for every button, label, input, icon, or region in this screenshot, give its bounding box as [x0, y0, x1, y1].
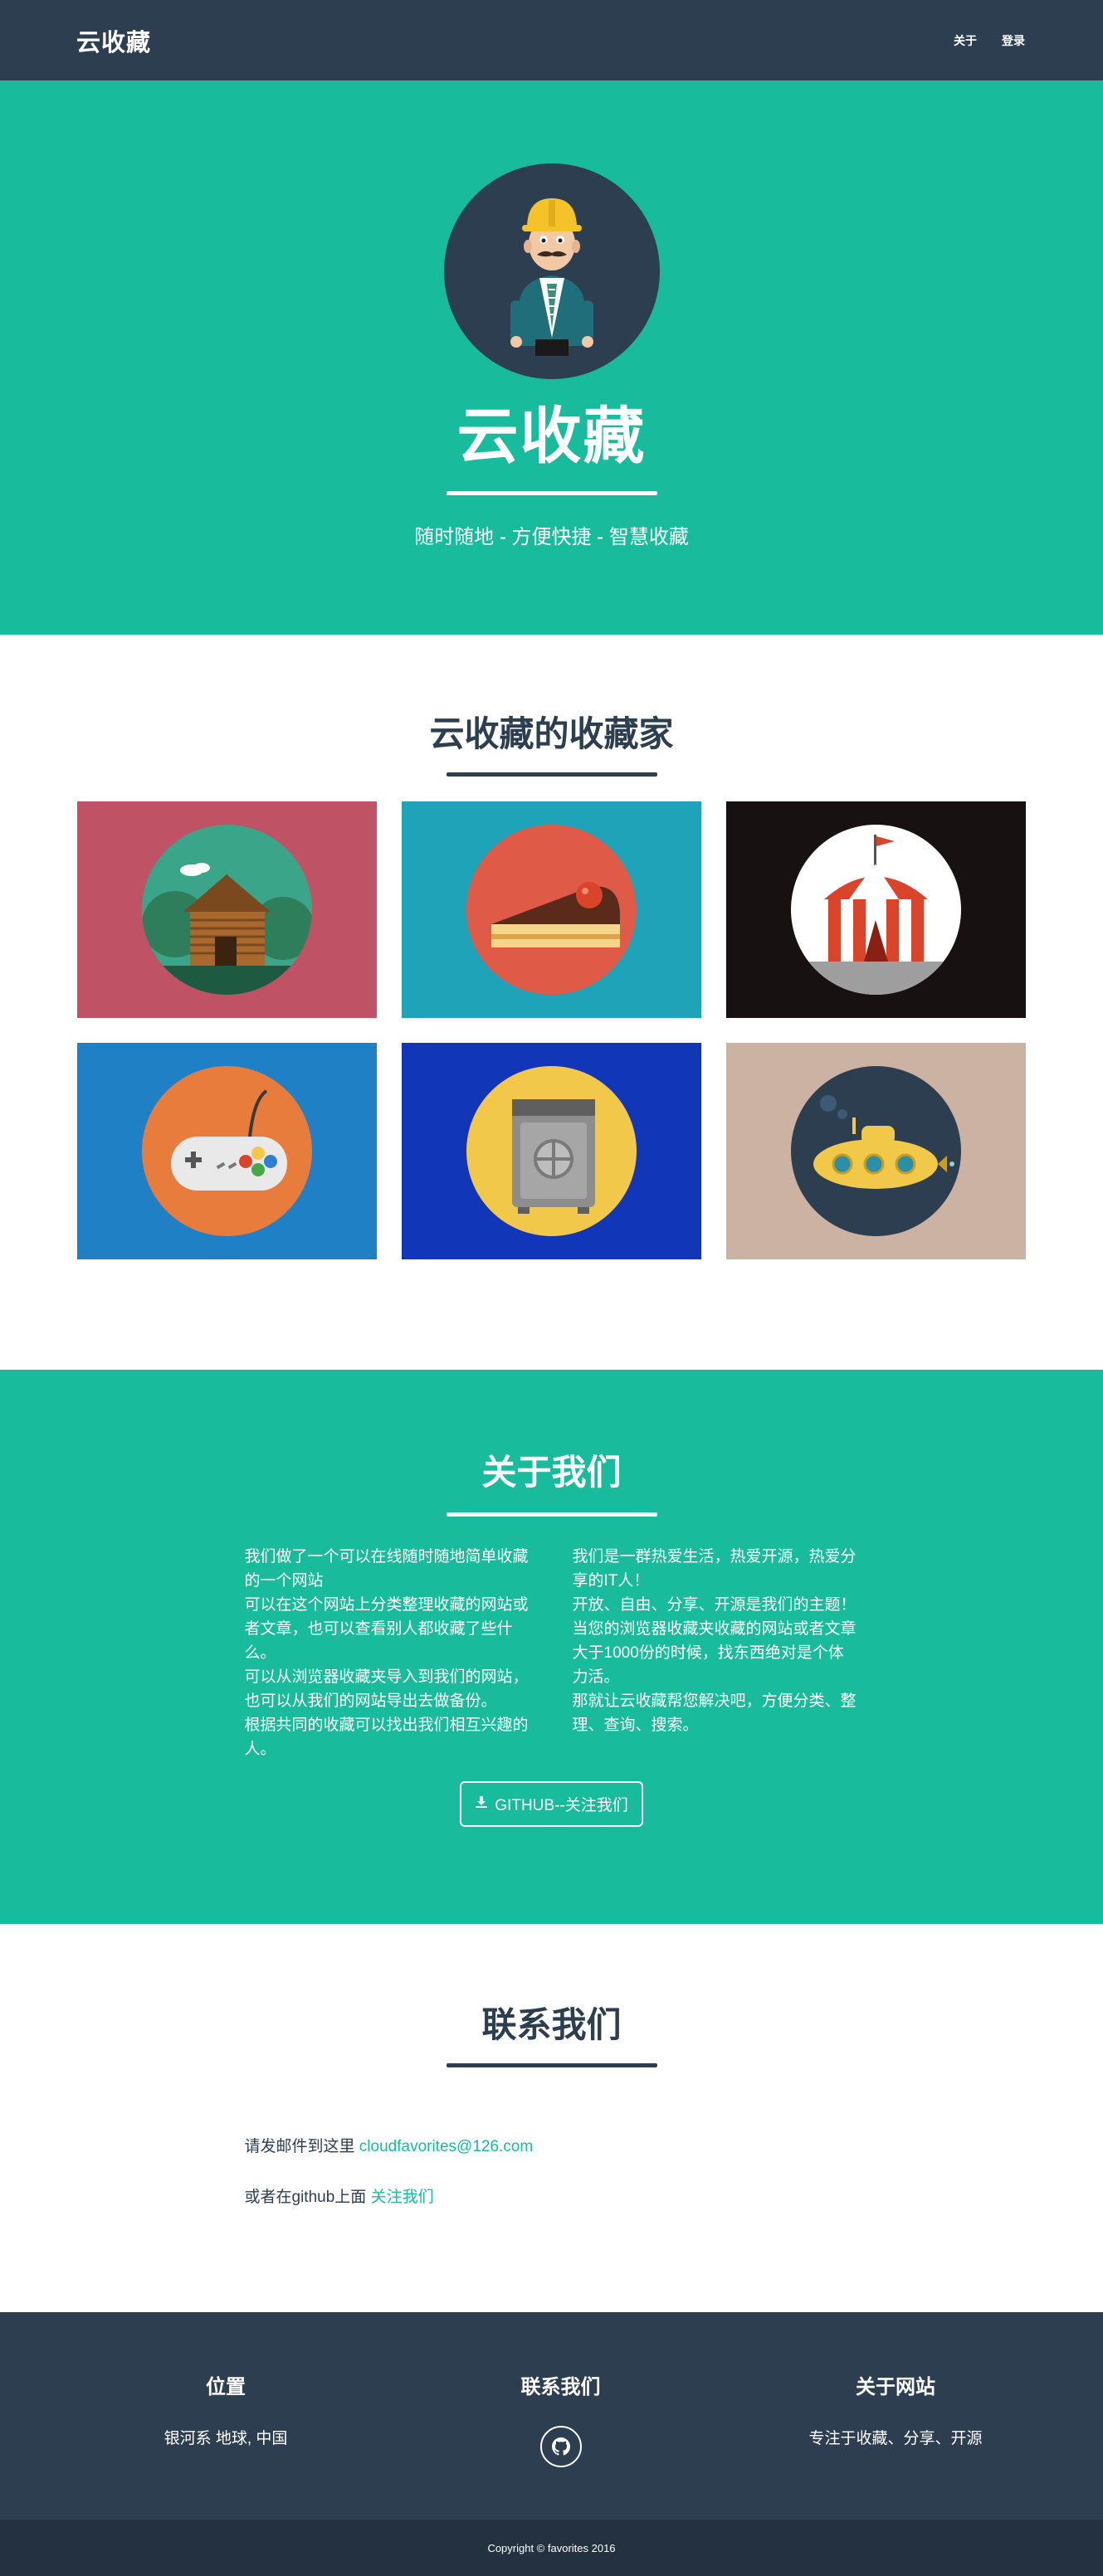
contact-divider: [446, 2063, 657, 2068]
footer-about-title: 关于网站: [856, 2376, 935, 2398]
contact-title: 联系我们: [481, 2005, 622, 2044]
portfolio-divider: [446, 772, 657, 777]
footer-location-title: 位置: [206, 2376, 246, 2398]
nav-about-link[interactable]: 关于: [954, 32, 977, 49]
contact-email-prefix: 请发邮件到这里: [244, 2138, 355, 2156]
footer: 位置 银河系 地球, 中国 联系我们 关于网站 专注于收藏、分享、开源: [0, 2312, 1103, 2520]
about-title: 关于我们: [481, 1453, 622, 1492]
hero-title: 云收藏: [456, 402, 647, 470]
submarine-icon: [791, 1066, 961, 1237]
copyright-bar: Copyright © favorites 2016: [0, 2520, 1103, 2576]
footer-about-text: 专注于收藏、分享、开源: [808, 2430, 983, 2447]
about-section: 关于我们 我们做了一个可以在线随时随地简单收藏的一个网站 可以在这个网站上分类整…: [0, 1370, 1103, 1924]
portfolio-item-cabin[interactable]: [77, 801, 377, 1019]
portfolio-section: 云收藏的收藏家: [0, 635, 1103, 1370]
about-right-text: 开放、自由、分享、开源是我们的主题！: [572, 1596, 857, 1614]
about-left-text: 可以从浏览器收藏夹导入到我们的网站，也可以从我们的网站导出去做备份。: [244, 1668, 529, 1711]
cake-icon: [466, 825, 637, 996]
footer-contact-title: 联系我们: [520, 2376, 601, 2398]
about-left-text: 我们做了一个可以在线随时随地简单收藏的一个网站: [244, 1548, 529, 1590]
contact-github-link[interactable]: 关注我们: [371, 2189, 434, 2206]
portfolio-item-submarine[interactable]: [726, 1043, 1026, 1260]
about-left-text: 可以在这个网站上分类整理收藏的网站或者文章，也可以查看别人都收藏了些什么。: [244, 1596, 529, 1663]
github-icon[interactable]: [539, 2426, 582, 2467]
contact-github-line: 或者在github上面 关注我们: [245, 2184, 859, 2207]
about-left-text: 根据共同的收藏可以找出我们相互兴趣的人。: [244, 1717, 529, 1759]
portfolio-item-controller[interactable]: [77, 1043, 377, 1260]
download-icon: [475, 1795, 488, 1814]
about-divider: [446, 1512, 657, 1517]
portfolio-title: 云收藏的收藏家: [429, 714, 674, 753]
contact-email-link[interactable]: cloudfavorites@126.com: [359, 2138, 533, 2155]
cabin-icon: [142, 825, 312, 996]
about-right-text: 当您的浏览器收藏夹收藏的网站或者文章大于1000份的时候，找东西绝对是个体力活。: [572, 1620, 857, 1687]
copyright-text: Copyright © favorites 2016: [487, 2541, 616, 2554]
about-right-text: 那就让云收藏帮您解决吧，方便分类、整理、查询、搜索。: [572, 1692, 857, 1735]
github-follow-label: GITHUB--关注我们: [495, 1797, 628, 1815]
circus-tent-icon: [791, 825, 961, 996]
about-right-text: 我们是一群热爱生活，热爱开源，热爱分享的IT人！: [572, 1548, 857, 1590]
about-left-column: 我们做了一个可以在线随时随地简单收藏的一个网站 可以在这个网站上分类整理收藏的网…: [245, 1545, 531, 1761]
about-columns: 我们做了一个可以在线随时随地简单收藏的一个网站 可以在这个网站上分类整理收藏的网…: [245, 1545, 859, 1761]
footer-location-text: 银河系 地球, 中国: [163, 2430, 288, 2447]
nav-links: 关于 登录: [954, 32, 1025, 49]
portfolio-item-safe[interactable]: [402, 1043, 701, 1260]
hero-subtitle: 随时随地 - 方便快捷 - 智慧收藏: [414, 526, 689, 549]
portfolio-item-cake[interactable]: [402, 801, 701, 1019]
footer-location: 位置 银河系 地球, 中国: [76, 2370, 375, 2520]
footer-contact: 联系我们: [412, 2370, 710, 2520]
avatar-image: [443, 163, 660, 379]
contact-section: 联系我们 请发邮件到这里 cloudfavorites@126.com 或者在g…: [0, 1924, 1103, 2312]
safe-icon: [466, 1066, 637, 1237]
portfolio-grid: [77, 801, 1026, 1260]
portfolio-item-circus[interactable]: [726, 801, 1026, 1019]
navbar: 云收藏 关于 登录: [0, 0, 1103, 80]
contact-github-prefix: 或者在github上面: [244, 2189, 367, 2207]
contact-body: 请发邮件到这里 cloudfavorites@126.com 或者在github…: [245, 2134, 859, 2235]
hero-divider: [446, 491, 657, 496]
contact-email-line: 请发邮件到这里 cloudfavorites@126.com: [245, 2134, 859, 2156]
brand-logo[interactable]: 云收藏: [76, 23, 151, 58]
hero-section: 云收藏 随时随地 - 方便快捷 - 智慧收藏: [0, 80, 1103, 635]
about-right-column: 我们是一群热爱生活，热爱开源，热爱分享的IT人！ 开放、自由、分享、开源是我们的…: [573, 1545, 859, 1761]
nav-login-link[interactable]: 登录: [1002, 32, 1025, 49]
github-follow-button[interactable]: GITHUB--关注我们: [460, 1781, 643, 1828]
game-controller-icon: [142, 1066, 312, 1237]
footer-about: 关于网站 专注于收藏、分享、开源: [746, 2370, 1045, 2520]
